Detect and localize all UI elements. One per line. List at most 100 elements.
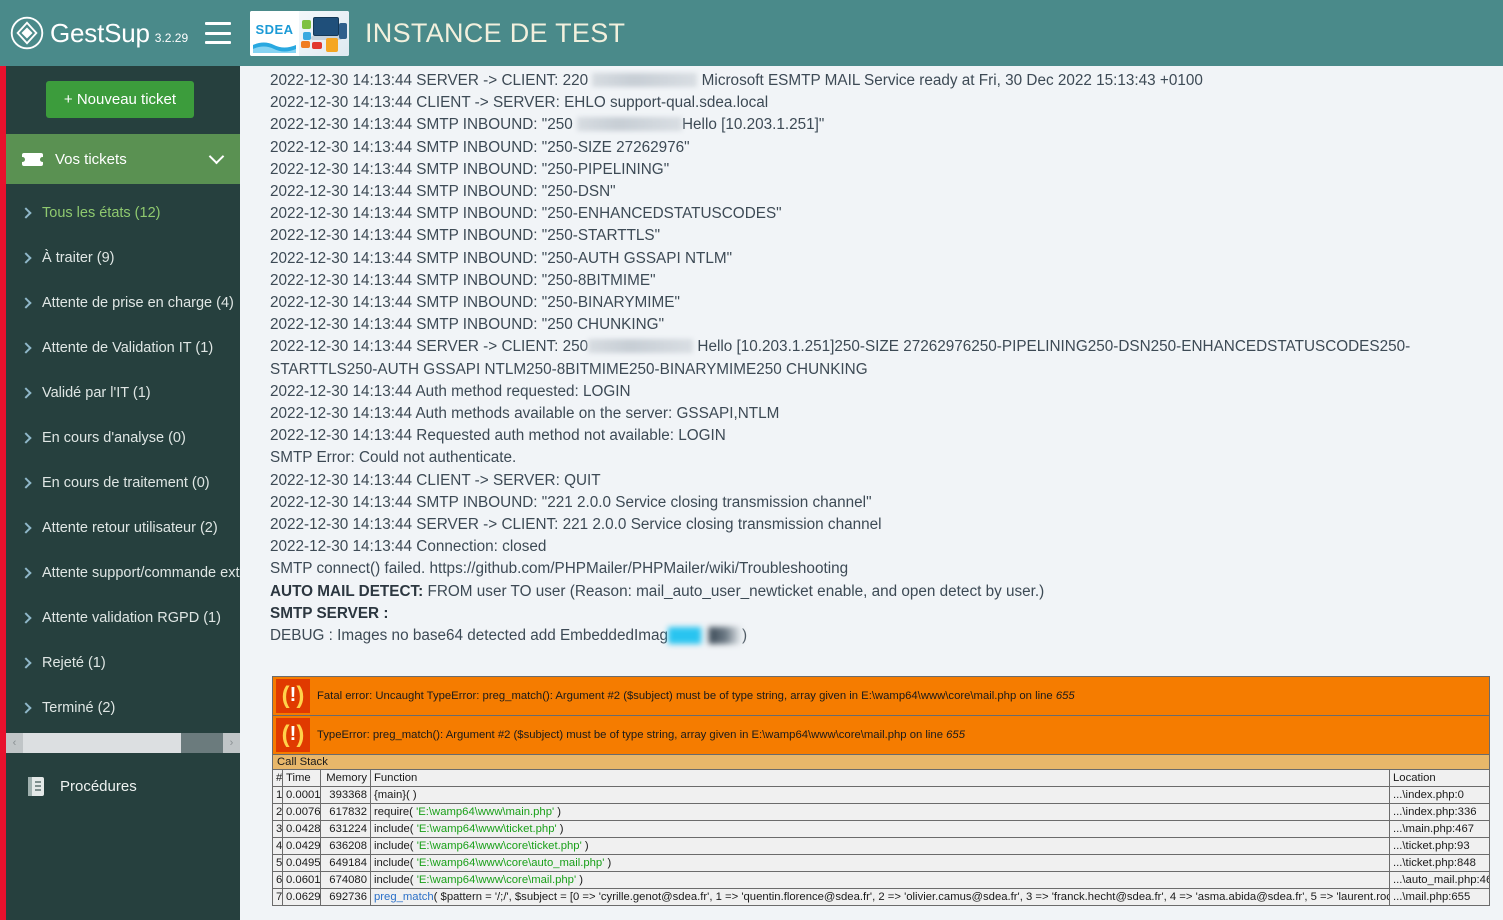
sidebar-item-label: Tous les états (12) <box>42 204 161 221</box>
log-line: 2022-12-30 14:13:44 SMTP INBOUND: "250 C… <box>270 316 665 334</box>
log-line: SMTP SERVER : <box>270 603 1503 625</box>
brand-version: 3.2.29 <box>154 31 189 45</box>
chevron-right-icon <box>20 476 32 489</box>
chevron-right-icon <box>20 431 32 444</box>
cell-location: ...\index.php:336 <box>1389 803 1490 821</box>
sidebar-item-label: Terminé (2) <box>42 699 116 716</box>
sidebar-item-label: À traiter (9) <box>42 249 115 266</box>
sidebar-item-valide-par-it[interactable]: Validé par l'IT (1) <box>0 370 240 415</box>
sdea-wave-icon <box>253 42 296 53</box>
cell-time: 0.0601 <box>282 871 321 889</box>
gestsup-logo-icon <box>10 16 44 50</box>
chevron-right-icon <box>20 386 32 399</box>
scrollbar-thumb[interactable] <box>23 733 181 753</box>
chevron-down-icon[interactable] <box>208 148 225 165</box>
log-line: 2022-12-30 14:13:44 CLIENT -> SERVER: QU… <box>270 471 601 489</box>
log-line: 2022-12-30 14:13:44 Connection: closed <box>270 538 547 556</box>
sidebar-item-a-traiter[interactable]: À traiter (9) <box>0 235 240 280</box>
sidebar-item-attente-prise-en-charge[interactable]: Attente de prise en charge (4) <box>0 280 240 325</box>
php-typeerror-row: ( )! TypeError: preg_match(): Argument #… <box>272 715 1490 754</box>
sidebar-horizontal-scrollbar[interactable]: ‹ › <box>6 733 240 753</box>
table-header-row: # Time Memory Function Location <box>272 769 1490 787</box>
sidebar-item-en-cours-traitement[interactable]: En cours de traitement (0) <box>0 460 240 505</box>
cell-function: {main}( ) <box>370 786 1390 804</box>
function-link[interactable]: preg_match <box>374 891 434 903</box>
scrollbar-track[interactable] <box>23 733 223 753</box>
book-icon <box>28 776 44 796</box>
column-header-memory: Memory <box>320 769 371 787</box>
log-line: 2022-12-30 14:13:44 Requested auth metho… <box>270 427 726 445</box>
cell-memory: 393368 <box>320 786 371 804</box>
sidebar-section-your-tickets[interactable]: Vos tickets <box>0 134 240 184</box>
sidebar-item-attente-validation-it[interactable]: Attente de Validation IT (1) <box>0 325 240 370</box>
hamburger-icon[interactable] <box>205 22 232 44</box>
sidebar-item-label: En cours de traitement (0) <box>42 474 210 491</box>
table-row: 4 0.0429 636208 include( 'E:\wamp64\www\cor… <box>272 837 1490 855</box>
php-fatal-error-row: ( )! Fatal error: Uncaught TypeError: pr… <box>272 676 1490 715</box>
sidebar-item-termine[interactable]: Terminé (2) <box>0 685 240 730</box>
php-error-block: ( )! Fatal error: Uncaught TypeError: pr… <box>272 676 1490 906</box>
scroll-left-arrow-icon[interactable]: ‹ <box>6 733 23 753</box>
function-path-string: 'E:\wamp64\www\core\ticket.php' <box>416 840 582 852</box>
new-ticket-button[interactable]: + Nouveau ticket <box>46 81 194 118</box>
sidebar-item-attente-retour-utilisateur[interactable]: Attente retour utilisateur (2) <box>0 505 240 550</box>
sidebar-item-en-cours-analyse[interactable]: En cours d'analyse (0) <box>0 415 240 460</box>
log-line: SMTP connect() failed. https://github.co… <box>270 560 849 578</box>
log-line-bold: AUTO MAIL DETECT: <box>270 582 424 600</box>
table-row: 5 0.0495 649184 include( 'E:\wamp64\www\cor… <box>272 854 1490 872</box>
app-root: GestSup 3.2.29 SDEA INSTANCE DE TEST + N… <box>0 0 1503 920</box>
sidebar: + Nouveau ticket Vos tickets Tous les ét… <box>0 66 240 920</box>
log-line: 2022-12-30 14:13:44 SMTP INBOUND: "250-S… <box>270 227 661 245</box>
cell-memory: 636208 <box>320 837 371 855</box>
sdea-devices-image <box>299 10 349 56</box>
column-header-location: Location <box>1389 769 1490 787</box>
call-stack-title: Call Stack <box>272 754 1490 769</box>
sidebar-nav-list: Tous les états (12) À traiter (9) Attent… <box>0 184 240 730</box>
scroll-right-arrow-icon[interactable]: › <box>223 733 240 753</box>
cell-index: 2 <box>272 803 283 821</box>
cell-function: include( 'E:\wamp64\www\core\auto_mail.p… <box>370 854 1390 872</box>
log-line: 2022-12-30 14:13:44 SERVER -> CLIENT: 22… <box>270 516 882 534</box>
cell-index: 4 <box>272 837 283 855</box>
function-path-string: 'E:\wamp64\www\core\auto_mail.php' <box>416 857 605 869</box>
sidebar-section-label: Vos tickets <box>55 150 127 168</box>
sidebar-item-rejete[interactable]: Rejeté (1) <box>0 640 240 685</box>
cell-function: include( 'E:\wamp64\www\core\ticket.php'… <box>370 837 1390 855</box>
cell-location: ...\ticket.php:848 <box>1389 854 1490 872</box>
smtp-debug-log: 2022-12-30 14:13:44 SERVER -> CLIENT: 22… <box>240 66 1503 647</box>
function-path-string: 'E:\wamp64\www\ticket.php' <box>416 823 557 835</box>
sidebar-item-attente-validation-rgpd[interactable]: Attente validation RGPD (1) <box>0 595 240 640</box>
table-row: 7 0.0629 692736 preg_match( $pattern = '/;/… <box>272 888 1490 906</box>
error-exclamation-icon: ( )! <box>276 679 310 713</box>
cell-time: 0.0001 <box>282 786 321 804</box>
cell-memory: 692736 <box>320 888 371 906</box>
cell-index: 6 <box>272 871 283 889</box>
error-exclamation-icon: ( )! <box>276 718 310 752</box>
log-line-bold: SMTP SERVER : <box>270 604 389 622</box>
column-header-time: Time <box>282 769 321 787</box>
sidebar-item-attente-support-commande-ext[interactable]: Attente support/commande ext <box>0 550 240 595</box>
cell-function: include( 'E:\wamp64\www\ticket.php' ) <box>370 820 1390 838</box>
log-line: 2022-12-30 14:13:44 SMTP INBOUND: "250-E… <box>270 205 782 223</box>
column-header-index: # <box>272 769 283 787</box>
redacted-image <box>667 627 742 645</box>
sidebar-item-label: Attente support/commande ext <box>42 564 240 581</box>
table-row: 2 0.0076 617832 require( 'E:\wamp64\www\mai… <box>272 803 1490 821</box>
php-fatal-error-text: Fatal error: Uncaught TypeError: preg_ma… <box>317 690 1075 702</box>
redacted-text <box>588 339 694 354</box>
sidebar-item-tous-les-etats[interactable]: Tous les états (12) <box>0 190 240 235</box>
ticket-icon <box>20 152 45 166</box>
log-line: 2022-12-30 14:13:44 SMTP INBOUND: "250-B… <box>270 294 680 312</box>
cell-time: 0.0076 <box>282 803 321 821</box>
sidebar-item-label: Validé par l'IT (1) <box>42 384 151 401</box>
log-line: 2022-12-30 14:13:44 Auth method requeste… <box>270 382 631 400</box>
log-line: 2022-12-30 14:13:44 Auth methods availab… <box>270 405 780 423</box>
cell-location: ...\index.php:0 <box>1389 786 1490 804</box>
cell-location: ...\auto_mail.php:466 <box>1389 871 1490 889</box>
sidebar-item-label: Attente retour utilisateur (2) <box>42 519 218 536</box>
table-row: 1 0.0001 393368 {main}( ) ...\index.php:0 <box>272 786 1490 804</box>
sidebar-item-procedures[interactable]: Procédures <box>6 761 240 811</box>
sidebar-item-label: En cours d'analyse (0) <box>42 429 186 446</box>
chevron-right-icon <box>20 206 32 219</box>
php-typeerror-text: TypeError: preg_match(): Argument #2 ($s… <box>317 729 965 741</box>
